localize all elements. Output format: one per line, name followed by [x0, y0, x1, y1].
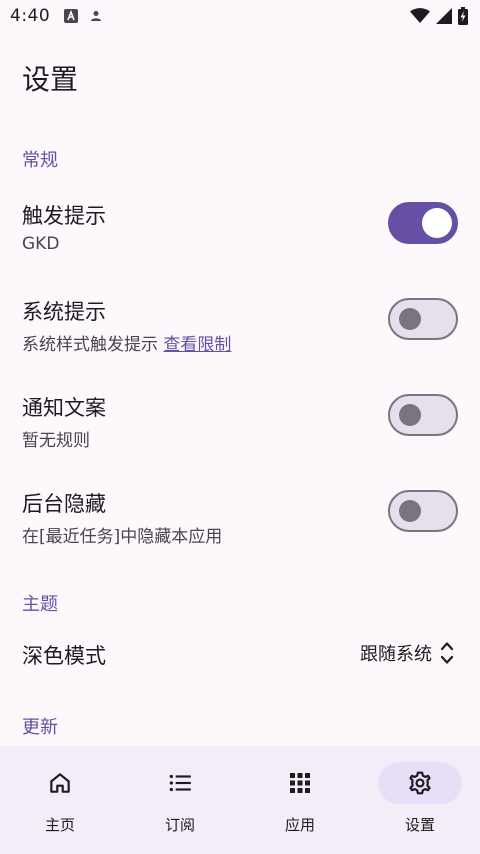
setting-system-hint[interactable]: 系统提示 系统样式触发提示 查看限制 [0, 296, 480, 392]
section-header-update: 更新 [22, 717, 58, 738]
wifi-icon [410, 8, 430, 23]
notification-text-switch[interactable] [388, 394, 458, 436]
section-header-theme: 主题 [22, 594, 58, 615]
signal-icon [436, 8, 452, 24]
apps-grid-icon [290, 773, 310, 793]
setting-subtitle: GKD [22, 234, 60, 254]
switch-thumb [399, 500, 421, 522]
status-time: 4:40 [10, 6, 51, 26]
bottom-navigation: 主页 订阅 应用 设置 [0, 746, 480, 854]
nav-item-apps[interactable]: 应用 [240, 746, 360, 854]
nav-item-home[interactable]: 主页 [0, 746, 120, 854]
battery-charging-icon [458, 7, 468, 25]
setting-subtitle: 在[最近任务]中隐藏本应用 [22, 527, 223, 547]
section-header-general: 常规 [22, 150, 58, 171]
trigger-hint-switch[interactable] [388, 202, 458, 244]
setting-title: 触发提示 [22, 204, 106, 228]
gear-icon [409, 771, 431, 795]
status-notification-icons [64, 9, 102, 23]
unfold-icon [440, 642, 454, 664]
nav-indicator-active [378, 762, 462, 804]
home-icon [50, 773, 70, 793]
setting-hide-background[interactable]: 后台隐藏 在[最近任务]中隐藏本应用 [0, 488, 480, 584]
setting-trigger-hint[interactable]: 触发提示 GKD [0, 200, 480, 296]
app-notification-icon [64, 9, 79, 23]
list-icon [169, 774, 191, 792]
dark-mode-label: 深色模式 [22, 644, 106, 668]
status-bar: 4:40 [0, 0, 480, 32]
dark-mode-value: 跟随系统 [360, 644, 432, 665]
view-limits-link[interactable]: 查看限制 [163, 335, 231, 355]
switch-thumb [422, 208, 452, 238]
nav-item-subscriptions[interactable]: 订阅 [120, 746, 240, 854]
switch-thumb [399, 308, 421, 330]
nav-item-settings[interactable]: 设置 [360, 746, 480, 854]
setting-subtitle: 暂无规则 [22, 431, 90, 451]
setting-title: 通知文案 [22, 396, 106, 420]
dark-mode-select[interactable]: 跟随系统 [360, 640, 454, 666]
hide-background-switch[interactable] [388, 490, 458, 532]
setting-subtitle-text: 系统样式触发提示 [22, 335, 158, 355]
status-system-icons [410, 7, 468, 25]
setting-title: 后台隐藏 [22, 492, 106, 516]
nav-label: 主页 [44, 816, 75, 834]
switch-thumb [399, 404, 421, 426]
account-icon [91, 11, 102, 21]
setting-dark-mode[interactable]: 深色模式 跟随系统 [0, 636, 480, 676]
setting-notification-text[interactable]: 通知文案 暂无规则 [0, 392, 480, 488]
nav-indicator [18, 762, 102, 804]
nav-indicator [258, 762, 342, 804]
nav-label: 设置 [404, 816, 435, 834]
settings-screen: 4:40 设置 常规 触发提示 GKD 系统提示 系统样式触发提示 查看限制 通… [0, 0, 480, 854]
system-hint-switch[interactable] [388, 298, 458, 340]
nav-indicator [138, 762, 222, 804]
setting-subtitle: 系统样式触发提示 查看限制 [22, 330, 231, 355]
nav-label: 应用 [284, 816, 315, 834]
setting-title: 系统提示 [22, 300, 106, 324]
nav-label: 订阅 [164, 816, 195, 834]
page-title: 设置 [22, 63, 79, 96]
